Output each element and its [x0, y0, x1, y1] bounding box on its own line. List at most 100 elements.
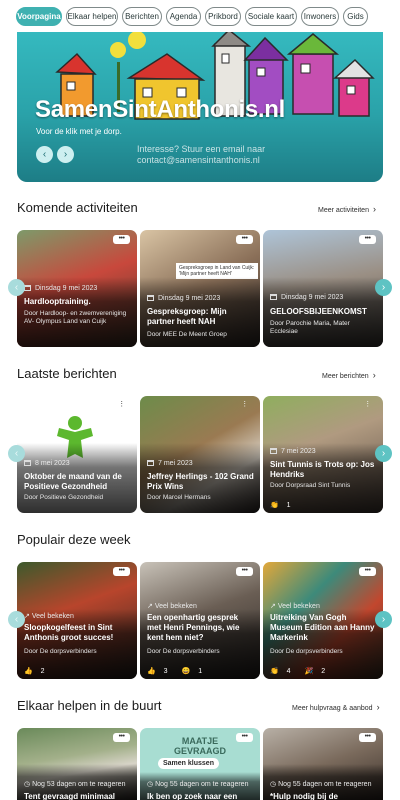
more-activities-label: Meer activiteiten [318, 207, 369, 214]
more-options-icon[interactable]: ••• [113, 235, 130, 244]
activity-card[interactable]: ••• Gespreksgroep in Land van Cuijk: 'Mi… [140, 230, 260, 347]
card-author: Door Dorpsraad Sint Tunnis [270, 482, 351, 489]
more-options-icon[interactable]: ••• [359, 567, 376, 576]
card-date: 8 mei 2023 [24, 460, 70, 467]
more-options-icon[interactable]: ⋮ [113, 401, 130, 410]
post-card[interactable]: ⋮ 7 mei 2023 Sint Tunnis is Trots op: Jo… [263, 396, 383, 513]
section-title-activities: Komende activiteiten [17, 200, 138, 215]
trending-icon: ↗ [147, 603, 155, 610]
chevron-right-icon: › [372, 204, 376, 214]
clap-emoji[interactable]: 👏 4 [270, 668, 297, 675]
chevron-right-icon: › [381, 282, 386, 293]
smile-emoji[interactable]: 😄 1 [182, 668, 209, 675]
clock-icon: ◷ [147, 781, 156, 788]
more-options-icon[interactable]: ••• [113, 567, 130, 576]
activities-next-button[interactable]: › [375, 279, 392, 296]
nav-sociale-kaart[interactable]: Sociale kaart [245, 7, 297, 26]
card-reactions: 👍 3 😄 1 [147, 667, 214, 675]
more-activities-link[interactable]: Meer activiteiten › [318, 204, 376, 214]
chevron-right-icon: › [63, 149, 68, 160]
calendar-icon [147, 295, 154, 301]
hero-contact-line: Interesse? Stuur een email naar [137, 144, 266, 154]
more-help-link[interactable]: Meer hulpvraag & aanbod › [292, 702, 380, 712]
section-title-help: Elkaar helpen in de buurt [17, 698, 162, 713]
trending-icon: ↗ [24, 613, 32, 620]
hero-contact-text: Interesse? Stuur een email naar contact@… [137, 144, 297, 166]
nav-agenda[interactable]: Agenda [166, 7, 201, 26]
thumbs-up-emoji[interactable]: 👍 2 [24, 668, 51, 675]
card-deadline: ◷ Nog 53 dagen om te reageren [24, 781, 126, 788]
calendar-icon [270, 448, 277, 454]
card-author: Door De dorpsverbinders [147, 648, 220, 655]
activities-prev-button[interactable]: ‹ [8, 279, 25, 296]
calendar-icon [147, 460, 154, 466]
section-title-popular: Populair deze week [17, 532, 131, 547]
more-posts-link[interactable]: Meer berichten › [322, 370, 376, 380]
card-date: Dinsdag 9 mei 2023 [147, 295, 220, 302]
more-options-icon[interactable]: ••• [113, 733, 130, 742]
more-options-icon[interactable]: ••• [359, 733, 376, 742]
more-options-icon[interactable]: ⋮ [236, 401, 253, 410]
card-date: 7 mei 2023 [270, 448, 316, 455]
hero-subtitle: Voor de klik met je dorp. [36, 127, 122, 136]
chevron-left-icon: ‹ [14, 448, 19, 459]
popular-card[interactable]: ••• ↗ Veel bekeken Sloopkogelfeest in Si… [17, 562, 137, 679]
card-date-text: 8 mei 2023 [35, 460, 70, 467]
more-options-icon[interactable]: ••• [236, 235, 253, 244]
help-card[interactable]: ••• MAATJE GEVRAAGD Samen klussen ◷ Nog … [140, 728, 260, 800]
card-badge: ↗ Veel bekeken [270, 603, 320, 610]
calendar-icon [270, 294, 277, 300]
help-card[interactable]: ••• ◷ Nog 55 dagen om te reageren *Hulp … [263, 728, 383, 800]
post-card[interactable]: ⋮ 8 mei 2023 Oktober de maand van de Pos… [17, 396, 137, 513]
more-help-label: Meer hulpvraag & aanbod [292, 705, 373, 712]
nav-berichten[interactable]: Berichten [122, 7, 162, 26]
trending-icon: ↗ [270, 603, 278, 610]
card-reactions: 👏 1 [270, 501, 303, 509]
card-badge: ↗ Veel bekeken [24, 613, 74, 620]
card-title: Tent gevraagd minimaal [24, 792, 115, 800]
popular-prev-button[interactable]: ‹ [8, 611, 25, 628]
card-author: Door Parochie Maria, Mater Ecclesiae [270, 320, 350, 335]
more-options-icon[interactable]: ⋮ [359, 401, 376, 410]
card-title: Uitreiking Van Gogh Museum Edition aan H… [270, 613, 375, 642]
popular-next-button[interactable]: › [375, 611, 392, 628]
hero-prev-button[interactable]: ‹ [36, 146, 53, 163]
help-card[interactable]: ••• ◷ Nog 53 dagen om te reageren Tent g… [17, 728, 137, 800]
popular-card[interactable]: ••• ↗ Veel bekeken Een openhartig gespre… [140, 562, 260, 679]
clap-emoji[interactable]: 👏 1 [270, 502, 297, 509]
thumbs-up-emoji[interactable]: 👍 3 [147, 668, 174, 675]
clock-icon: ◷ [270, 781, 279, 788]
card-title: Sloopkogelfeest in Sint Anthonis groot s… [24, 623, 114, 642]
nav-inwoners[interactable]: Inwoners [301, 7, 339, 26]
activity-card[interactable]: ••• Dinsdag 9 mei 2023 Hardlooptraining.… [17, 230, 137, 347]
more-posts-label: Meer berichten [322, 373, 369, 380]
card-date-text: Dinsdag 9 mei 2023 [35, 285, 98, 292]
nav-prikbord[interactable]: Prikbord [205, 7, 241, 26]
hero-next-button[interactable]: › [57, 146, 74, 163]
card-date-text: Dinsdag 9 mei 2023 [281, 294, 344, 301]
popular-card[interactable]: ••• ↗ Veel bekeken Uitreiking Van Gogh M… [263, 562, 383, 679]
more-options-icon[interactable]: ••• [359, 235, 376, 244]
hero-banner: SamenSintAnthonis.nl Voor de klik met je… [17, 32, 383, 182]
card-title: Gespreksgroep: Mijn partner heeft NAH [147, 307, 227, 326]
chevron-right-icon: › [381, 448, 386, 459]
party-emoji[interactable]: 🎉 2 [305, 668, 332, 675]
top-navigation: Voorpagina Elkaar helpen Berichten Agend… [0, 0, 400, 32]
activity-card[interactable]: ••• Dinsdag 9 mei 2023 GELOOFSBIJEENKOMS… [263, 230, 383, 347]
posts-prev-button[interactable]: ‹ [8, 445, 25, 462]
card-author: Door Hardloop- en zwemvereniging AV- Oly… [24, 310, 127, 325]
more-options-icon[interactable]: ••• [236, 567, 253, 576]
hero-contact-email[interactable]: contact@samensintanthonis.nl [137, 155, 297, 166]
post-card[interactable]: ⋮ 7 mei 2023 Jeffrey Herlings - 102 Gran… [140, 396, 260, 513]
card-image-bubble: Samen klussen [158, 758, 219, 769]
nav-voorpagina[interactable]: Voorpagina [16, 7, 62, 26]
card-date: Dinsdag 9 mei 2023 [270, 294, 343, 301]
nav-gids[interactable]: Gids [343, 7, 368, 26]
calendar-icon [24, 460, 31, 466]
card-date-text: Dinsdag 9 mei 2023 [158, 295, 221, 302]
chevron-right-icon: › [381, 614, 386, 625]
posts-next-button[interactable]: › [375, 445, 392, 462]
card-reactions: 👏 4 🎉 2 [270, 667, 337, 675]
nav-elkaar-helpen[interactable]: Elkaar helpen [66, 7, 118, 26]
card-author: Door De dorpsverbinders [24, 648, 97, 655]
